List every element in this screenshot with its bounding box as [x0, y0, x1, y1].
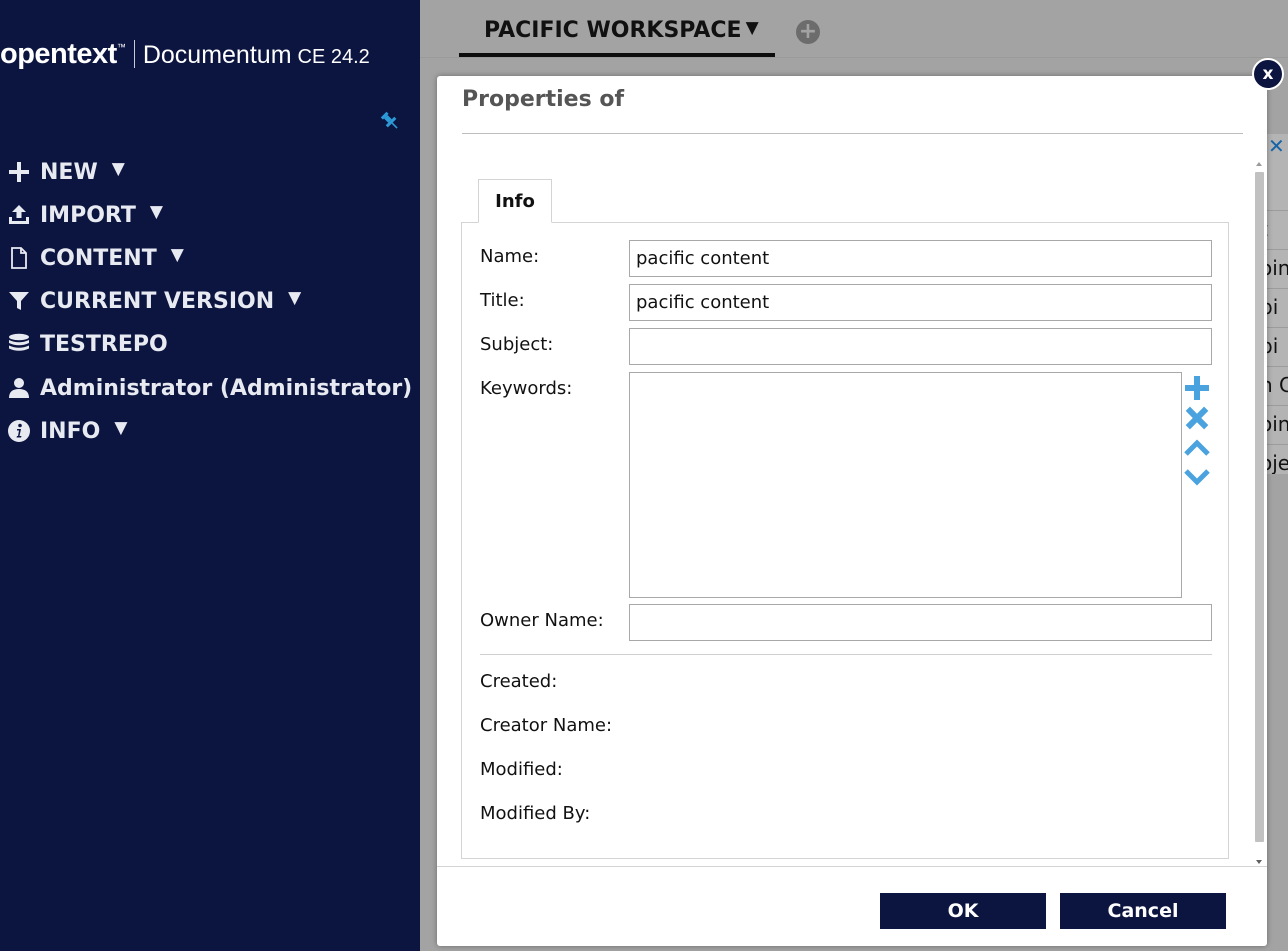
created-label: Created: [480, 671, 558, 692]
document-icon [6, 246, 32, 270]
keywords-label: Keywords: [480, 378, 573, 399]
chevron-down-icon: ▼ [114, 418, 128, 438]
add-tab-button[interactable]: + [796, 20, 820, 44]
nav-import[interactable]: IMPORT ▼ [6, 200, 163, 230]
nav-import-label: IMPORT [40, 202, 136, 228]
add-keyword-icon[interactable] [1184, 375, 1210, 401]
tab-info[interactable]: Info [478, 179, 552, 223]
upload-icon [6, 203, 32, 227]
plus-icon [6, 160, 32, 184]
dialog-close-button[interactable]: x [1252, 58, 1284, 90]
close-icon: ✕ [1268, 134, 1285, 158]
user-icon [6, 376, 32, 400]
remove-keyword-icon[interactable] [1184, 405, 1210, 431]
close-icon: x [1262, 64, 1274, 84]
nav-content[interactable]: CONTENT ▼ [6, 243, 184, 273]
scrollbar-thumb[interactable] [1255, 172, 1264, 842]
name-label: Name: [480, 246, 540, 267]
nav-new-label: NEW [40, 159, 98, 185]
owner-name-label: Owner Name: [480, 610, 604, 631]
title-label: Title: [480, 290, 525, 311]
workspace-tab-label: PACIFIC WORKSPACE [484, 18, 742, 43]
workspace-divider [420, 57, 1288, 58]
section-divider [480, 654, 1212, 655]
tab-pacific-workspace[interactable]: PACIFIC WORKSPACE ▼ [459, 15, 775, 57]
title-input[interactable] [629, 284, 1212, 321]
nav-info[interactable]: INFO ▼ [6, 416, 127, 446]
nav-info-label: INFO [40, 418, 101, 444]
nav-testrepo[interactable]: TESTREPO [6, 329, 168, 359]
keywords-list[interactable] [629, 372, 1182, 598]
database-icon [6, 332, 32, 356]
product-version: CE 24.2 [297, 46, 370, 68]
scroll-up-icon[interactable] [1256, 162, 1262, 166]
chevron-down-icon: ▼ [111, 159, 125, 179]
pin-icon[interactable] [379, 110, 401, 132]
nav-current-version-label: CURRENT VERSION [40, 288, 275, 314]
tab-info-label: Info [495, 190, 535, 212]
subject-input[interactable] [629, 328, 1212, 365]
chevron-down-icon: ▼ [288, 288, 302, 308]
brand-separator [133, 40, 135, 68]
dialog-scrollbar[interactable] [1254, 160, 1265, 868]
trademark-mark: ™ [116, 42, 126, 52]
sidebar: opentext™ Documentum CE 24.2 NEW ▼ IMPORT … [0, 0, 420, 951]
cancel-button[interactable]: Cancel [1060, 893, 1226, 929]
title-divider [462, 133, 1243, 134]
properties-dialog: Properties of Info Name: Title: Subject:… [437, 76, 1267, 946]
add-icon: + [798, 19, 818, 44]
subject-label: Subject: [480, 334, 554, 355]
name-input[interactable] [629, 240, 1212, 277]
ok-button[interactable]: OK [880, 893, 1046, 929]
info-icon [6, 419, 32, 443]
chevron-down-icon: ▼ [745, 18, 759, 38]
modified-label: Modified: [480, 759, 563, 780]
product-name: Documentum [142, 41, 292, 69]
nav-current-version[interactable]: CURRENT VERSION ▼ [6, 286, 301, 316]
creator-name-label: Creator Name: [480, 715, 613, 736]
nav-user[interactable]: Administrator (Administrator) ▼ [6, 373, 420, 403]
move-up-icon[interactable] [1184, 435, 1210, 461]
dialog-title: Properties of [462, 87, 625, 112]
info-panel: Name: Title: Subject: Keywords: Owner Na… [461, 222, 1229, 859]
nav-user-label: Administrator (Administrator) [40, 375, 413, 401]
chevron-down-icon: ▼ [170, 245, 184, 265]
footer-divider [437, 866, 1267, 867]
owner-name-input[interactable] [629, 604, 1212, 641]
brand-logo: opentext™ Documentum CE 24.2 [0, 38, 370, 71]
nav-new[interactable]: NEW ▼ [6, 157, 125, 187]
chevron-down-icon: ▼ [149, 202, 163, 222]
scroll-down-icon[interactable] [1256, 860, 1262, 864]
move-down-icon[interactable] [1184, 463, 1210, 489]
filter-icon [6, 289, 32, 313]
opentext-logo-text: opentext [0, 38, 117, 70]
modified-by-label: Modified By: [480, 803, 591, 824]
nav-content-label: CONTENT [40, 245, 157, 271]
nav-testrepo-label: TESTREPO [40, 331, 168, 357]
